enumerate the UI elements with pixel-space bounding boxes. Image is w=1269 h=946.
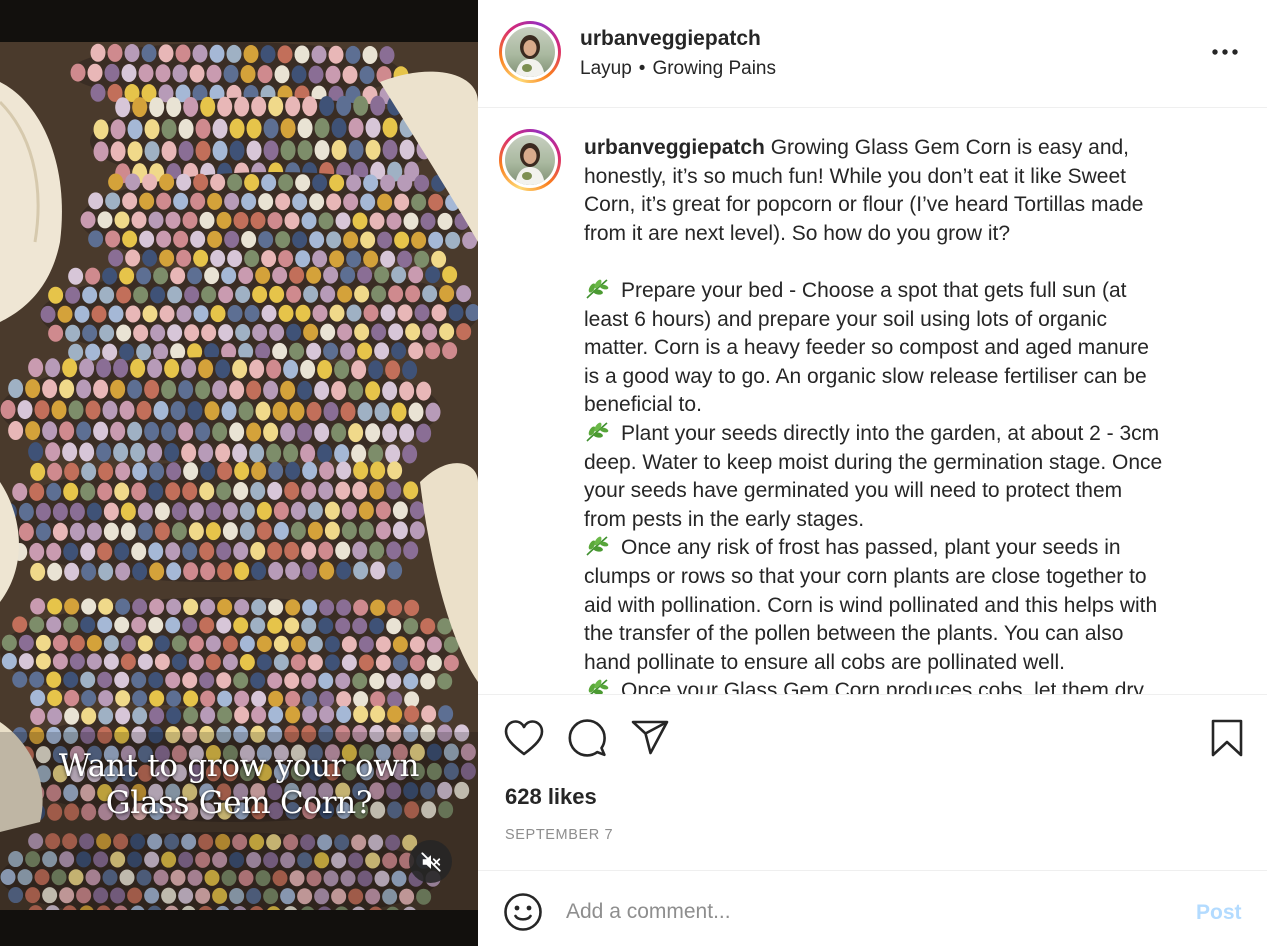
caption-line: beneficial to.: [584, 393, 702, 417]
speaker-muted-icon: [420, 851, 441, 872]
audio-title-link[interactable]: Growing Pains: [652, 58, 776, 79]
post-media[interactable]: Want to grow your own Glass Gem Corn?: [0, 0, 478, 946]
caption-step-line: least 6 hours) and prepare your soil usi…: [584, 306, 1224, 335]
caption-step-line: aid with pollination. Corn is wind polli…: [584, 592, 1224, 621]
emoji-picker-button[interactable]: [502, 891, 544, 933]
caption-steps: Prepare your bed - Choose a spot that ge…: [584, 277, 1224, 694]
audio-artist-link[interactable]: Layup: [580, 58, 632, 79]
caption-line: matter. Corn is a heavy feeder so compos…: [584, 336, 1149, 360]
post-header: urbanveggiepatch Layup • Growing Pains: [478, 0, 1267, 108]
paper-plane-icon: [631, 720, 669, 755]
comment-button[interactable]: [566, 717, 608, 759]
avatar-person-icon: [515, 143, 545, 185]
caption-line: Plant your seeds directly into the garde…: [621, 421, 1160, 445]
caption-step-line: is a good way to go. An organic slow rel…: [584, 363, 1224, 392]
caption-line: Growing Glass Gem Corn is easy and,: [770, 136, 1130, 159]
caption-step: Once any risk of frost has passed, plant…: [584, 534, 1224, 677]
comment-input[interactable]: [566, 895, 1166, 929]
more-options-button[interactable]: [1211, 38, 1239, 66]
like-button[interactable]: [503, 717, 545, 759]
caption-step-line: the transfer of the pollen between the p…: [584, 620, 1224, 649]
caption-step: Once your Glass Gem Corn produces cobs, …: [584, 677, 1224, 694]
caption-line: Corn, it’s great for popcorn or flour (I…: [584, 193, 1144, 217]
more-options-icon: [1212, 49, 1238, 55]
caption-step-line: matter. Corn is a heavy feeder so compos…: [584, 334, 1224, 363]
caption-line: Once any risk of frost has passed, plant…: [621, 536, 1121, 560]
caption-step-line: your seeds have germinated you will need…: [584, 477, 1224, 506]
caption-step: Plant your seeds directly into the garde…: [584, 420, 1224, 534]
post-details-panel: urbanveggiepatch Layup•Growing Pains u: [478, 0, 1269, 946]
audio-separator: •: [638, 58, 646, 79]
comment-bubble-icon: [568, 719, 606, 757]
heart-icon: [504, 720, 544, 756]
herb-leaf-icon: [588, 679, 609, 694]
post-date: SEPTEMBER 7: [505, 827, 614, 843]
mute-toggle-button[interactable]: [409, 840, 452, 883]
caption-line: hand pollinate to ensure all cobs are po…: [584, 650, 1065, 674]
herb-leaf-icon: [586, 536, 609, 556]
herb-leaf-icon: [586, 279, 609, 299]
caption-step-line: from pests in the early stages.: [584, 506, 1224, 535]
caption-line: deep. Water to keep moist during the ger…: [584, 450, 1163, 474]
caption-line: aid with pollination. Corn is wind polli…: [584, 593, 1158, 617]
caption-line: least 6 hours) and prepare your soil usi…: [584, 307, 1107, 331]
caption-step-line: Once your Glass Gem Corn produces cobs, …: [584, 677, 1224, 694]
share-button[interactable]: [629, 717, 671, 759]
caption-step-line: Prepare your bed - Choose a spot that ge…: [584, 277, 1224, 306]
caption-username-link[interactable]: urbanveggiepatch: [584, 136, 765, 159]
caption-scroll-area[interactable]: urbanveggiepatch Growing Glass Gem Corn …: [478, 109, 1267, 694]
caption-step-line: Plant your seeds directly into the garde…: [584, 420, 1224, 449]
save-button[interactable]: [1206, 717, 1248, 759]
caption-step-line: clumps or rows so that your corn plants …: [584, 563, 1224, 592]
caption-line: Prepare your bed - Choose a spot that ge…: [621, 278, 1127, 302]
caption-line: from it are next level). So how do you g…: [584, 221, 1011, 245]
video-overlay-text: Want to grow your own Glass Gem Corn?: [0, 748, 478, 822]
header-username-link[interactable]: urbanveggiepatch: [580, 27, 761, 51]
avatar-person-icon: [515, 35, 545, 77]
caption-step-line: beneficial to.: [584, 391, 1224, 420]
audio-attribution: Layup • Growing Pains: [580, 58, 776, 80]
caption-line: the transfer of the pollen between the p…: [584, 622, 1124, 646]
comment-composer: Post: [478, 870, 1267, 946]
post-comment-button[interactable]: Post: [1196, 901, 1242, 925]
herb-leaf-icon: [586, 422, 609, 442]
caption-line: Once your Glass Gem Corn produces cobs, …: [621, 679, 1144, 694]
caption-line: honestly, it’s so much fun! While you do…: [584, 164, 1126, 188]
caption-text: urbanveggiepatch Growing Glass Gem Corn …: [584, 134, 1224, 694]
post-actions: 628 likes SEPTEMBER 7: [478, 694, 1267, 870]
video-overlay-line: Glass Gem Corn?: [105, 785, 373, 821]
profile-avatar[interactable]: [499, 21, 561, 83]
bookmark-icon: [1211, 719, 1243, 757]
caption-line: is a good way to go. An organic slow rel…: [584, 364, 1147, 388]
caption-intro: urbanveggiepatch Growing Glass Gem Corn …: [584, 134, 1224, 248]
likes-count[interactable]: 628 likes: [505, 784, 597, 810]
caption-avatar[interactable]: [499, 129, 561, 191]
caption-step-line: deep. Water to keep moist during the ger…: [584, 449, 1224, 478]
caption-step: Prepare your bed - Choose a spot that ge…: [584, 277, 1224, 420]
caption-step-line: Once any risk of frost has passed, plant…: [584, 534, 1224, 563]
caption-line: your seeds have germinated you will need…: [584, 479, 1123, 503]
smiley-icon: [504, 893, 542, 931]
video-overlay-line: Want to grow your own: [58, 748, 420, 784]
caption-line: clumps or rows so that your corn plants …: [584, 564, 1147, 588]
caption-line: from pests in the early stages.: [584, 507, 865, 531]
caption-step-line: hand pollinate to ensure all cobs are po…: [584, 649, 1224, 678]
